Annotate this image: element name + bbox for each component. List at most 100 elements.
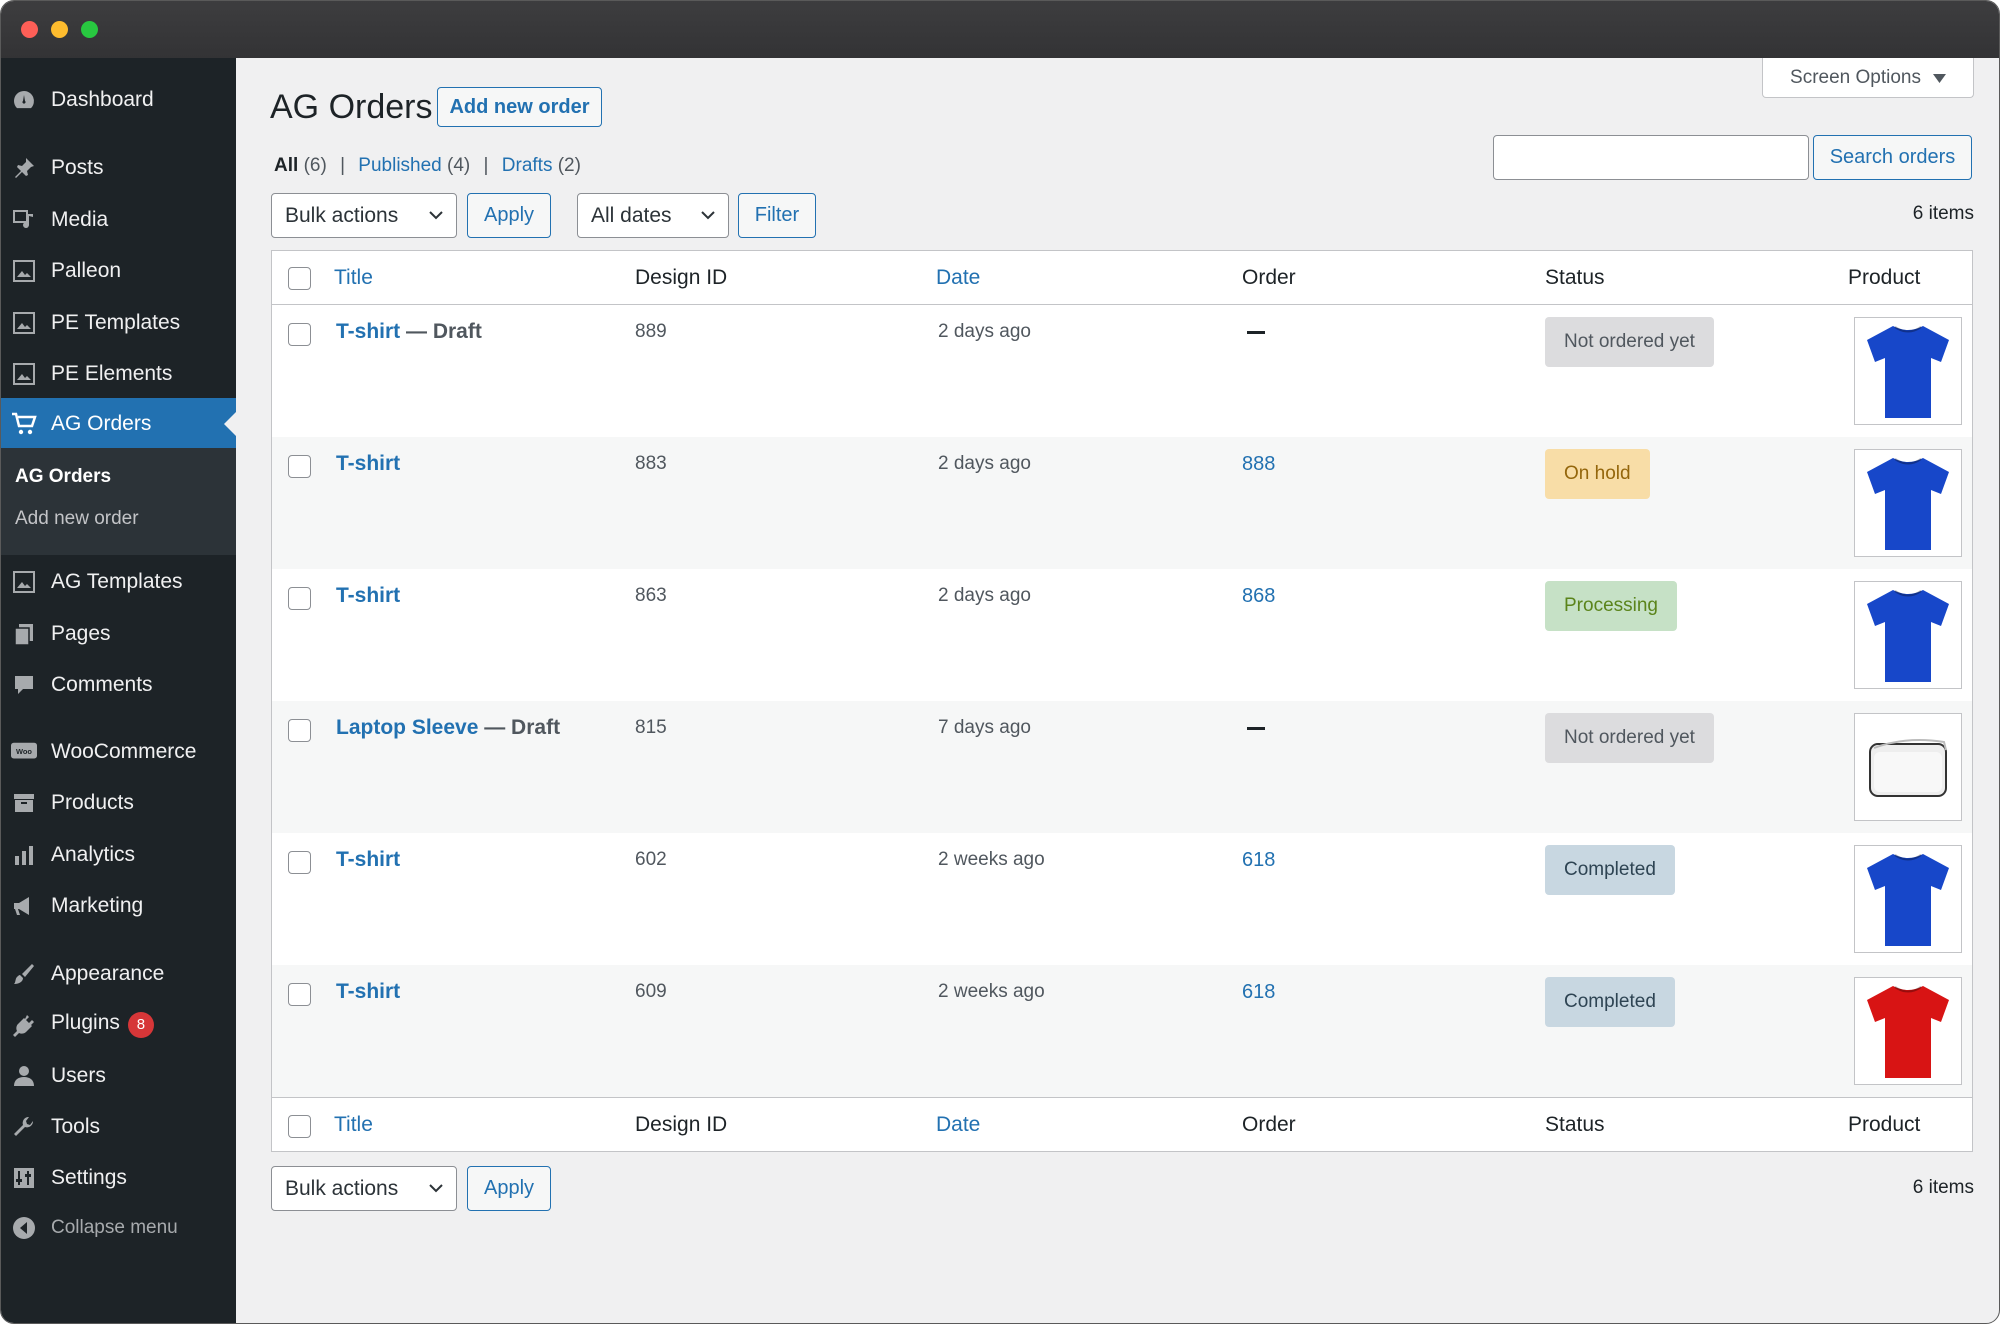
date-filter-select[interactable]: All dates bbox=[577, 193, 729, 238]
row-date: 2 weeks ago bbox=[938, 981, 1045, 1002]
row-title-link[interactable]: Laptop Sleeve — Draft bbox=[336, 716, 560, 740]
filter-button[interactable]: Filter bbox=[738, 193, 816, 238]
megaphone-icon bbox=[11, 894, 37, 918]
submenu-add-new-order[interactable]: Add new order bbox=[15, 508, 139, 530]
apply-button-bottom[interactable]: Apply bbox=[467, 1166, 551, 1211]
image-icon bbox=[11, 259, 37, 283]
column-date-footer[interactable]: Date bbox=[936, 1113, 980, 1137]
bar-chart-icon bbox=[11, 843, 37, 867]
settings-icon bbox=[11, 1166, 37, 1190]
product-thumbnail[interactable] bbox=[1854, 317, 1962, 425]
media-icon bbox=[11, 208, 37, 232]
view-drafts-link[interactable]: Drafts bbox=[502, 155, 553, 176]
sidebar-item-analytics[interactable]: Analytics bbox=[1, 829, 236, 880]
chevron-down-icon bbox=[701, 211, 715, 220]
screen-options-button[interactable]: Screen Options bbox=[1762, 58, 1974, 98]
user-icon bbox=[11, 1064, 37, 1088]
row-design-id: 815 bbox=[635, 717, 667, 738]
bulk-actions-select-top[interactable]: Bulk actions bbox=[271, 193, 457, 238]
sidebar-item-appearance[interactable]: Appearance bbox=[1, 948, 236, 999]
row-title-link[interactable]: T-shirt bbox=[336, 452, 400, 476]
empty-order-dash bbox=[1247, 727, 1265, 730]
search-orders-button[interactable]: Search orders bbox=[1813, 135, 1972, 180]
row-order-link[interactable]: 618 bbox=[1242, 849, 1275, 872]
plugins-update-badge: 8 bbox=[127, 1012, 154, 1038]
sidebar-item-tools[interactable]: Tools bbox=[1, 1101, 236, 1152]
product-thumbnail[interactable] bbox=[1854, 845, 1962, 953]
sidebar-item-dashboard[interactable]: Dashboard bbox=[1, 74, 236, 125]
row-title-link[interactable]: T-shirt bbox=[336, 980, 400, 1004]
view-published-link[interactable]: Published bbox=[358, 155, 441, 176]
minimize-window-button[interactable] bbox=[51, 21, 68, 38]
sidebar-item-products[interactable]: Products bbox=[1, 777, 236, 828]
column-title-header[interactable]: Title bbox=[334, 266, 373, 290]
row-checkbox[interactable] bbox=[288, 323, 311, 346]
sidebar-item-pages[interactable]: Pages bbox=[1, 608, 236, 659]
row-checkbox[interactable] bbox=[288, 587, 311, 610]
column-date-header[interactable]: Date bbox=[936, 266, 980, 290]
table-row: T-shirt 609 2 weeks ago 618 Completed bbox=[272, 965, 1972, 1097]
select-all-checkbox-footer[interactable] bbox=[288, 1115, 311, 1138]
sidebar-item-plugins[interactable]: Plugins 8 bbox=[1, 999, 236, 1050]
search-orders-input[interactable] bbox=[1493, 135, 1809, 180]
row-title-link[interactable]: T-shirt bbox=[336, 584, 400, 608]
sidebar-item-comments[interactable]: Comments bbox=[1, 659, 236, 710]
sidebar-item-settings[interactable]: Settings bbox=[1, 1152, 236, 1203]
sidebar-item-users[interactable]: Users bbox=[1, 1050, 236, 1101]
table-row: T-shirt 883 2 days ago 888 On hold bbox=[272, 437, 1972, 569]
status-badge: Not ordered yet bbox=[1545, 713, 1714, 763]
product-thumbnail[interactable] bbox=[1854, 977, 1962, 1085]
pages-icon bbox=[11, 622, 37, 646]
sidebar-item-media[interactable]: Media bbox=[1, 194, 236, 245]
dashboard-icon bbox=[11, 88, 37, 112]
view-all-link[interactable]: All bbox=[274, 155, 298, 176]
status-badge: Processing bbox=[1545, 581, 1677, 631]
sidebar-item-marketing[interactable]: Marketing bbox=[1, 880, 236, 931]
row-checkbox[interactable] bbox=[288, 719, 311, 742]
woo-icon: Woo bbox=[11, 740, 37, 764]
svg-text:Woo: Woo bbox=[16, 747, 32, 756]
ag-orders-submenu: AG Orders Add new order bbox=[1, 448, 236, 555]
column-title-footer[interactable]: Title bbox=[334, 1113, 373, 1137]
image-icon bbox=[11, 362, 37, 386]
select-all-checkbox[interactable] bbox=[288, 267, 311, 290]
brush-icon bbox=[11, 962, 37, 986]
product-thumbnail[interactable] bbox=[1854, 449, 1962, 557]
orders-table: Title Design ID Date Order Status Produc… bbox=[271, 250, 1973, 1152]
wrench-icon bbox=[11, 1115, 37, 1139]
apply-button-top[interactable]: Apply bbox=[467, 193, 551, 238]
bulk-actions-select-bottom[interactable]: Bulk actions bbox=[271, 1166, 457, 1211]
column-status-header: Status bbox=[1545, 266, 1605, 289]
sidebar-item-palleon[interactable]: Palleon bbox=[1, 245, 236, 296]
status-badge: Completed bbox=[1545, 845, 1675, 895]
sidebar-item-ag-templates[interactable]: AG Templates bbox=[1, 556, 236, 607]
row-checkbox[interactable] bbox=[288, 983, 311, 1006]
sidebar-item-pe-elements[interactable]: PE Elements bbox=[1, 348, 236, 399]
product-thumbnail[interactable] bbox=[1854, 581, 1962, 689]
row-checkbox[interactable] bbox=[288, 851, 311, 874]
status-badge: On hold bbox=[1545, 449, 1650, 499]
row-order-link[interactable]: 618 bbox=[1242, 981, 1275, 1004]
add-new-order-button[interactable]: Add new order bbox=[437, 87, 602, 127]
sidebar-item-woocommerce[interactable]: Woo WooCommerce bbox=[1, 726, 236, 777]
row-title-link[interactable]: T-shirt bbox=[336, 848, 400, 872]
row-order-link[interactable]: 868 bbox=[1242, 585, 1275, 608]
sidebar-item-pe-templates[interactable]: PE Templates bbox=[1, 297, 236, 348]
column-product-footer: Product bbox=[1848, 1113, 1921, 1136]
table-footer: Title Design ID Date Order Status Produc… bbox=[272, 1097, 1972, 1151]
image-icon bbox=[11, 570, 37, 594]
sidebar-item-posts[interactable]: Posts bbox=[1, 142, 236, 193]
collapse-menu-button[interactable]: Collapse menu bbox=[1, 1202, 236, 1253]
row-order-link[interactable]: 888 bbox=[1242, 453, 1275, 476]
row-title-link[interactable]: T-shirt — Draft bbox=[336, 320, 482, 344]
column-order-header: Order bbox=[1242, 266, 1296, 289]
product-thumbnail[interactable] bbox=[1854, 713, 1962, 821]
sidebar-item-ag-orders[interactable]: AG Orders bbox=[1, 398, 236, 449]
row-checkbox[interactable] bbox=[288, 455, 311, 478]
empty-order-dash bbox=[1247, 331, 1265, 334]
status-badge: Completed bbox=[1545, 977, 1675, 1027]
zoom-window-button[interactable] bbox=[81, 21, 98, 38]
submenu-ag-orders[interactable]: AG Orders bbox=[15, 466, 111, 488]
archive-icon bbox=[11, 791, 37, 815]
close-window-button[interactable] bbox=[21, 21, 38, 38]
